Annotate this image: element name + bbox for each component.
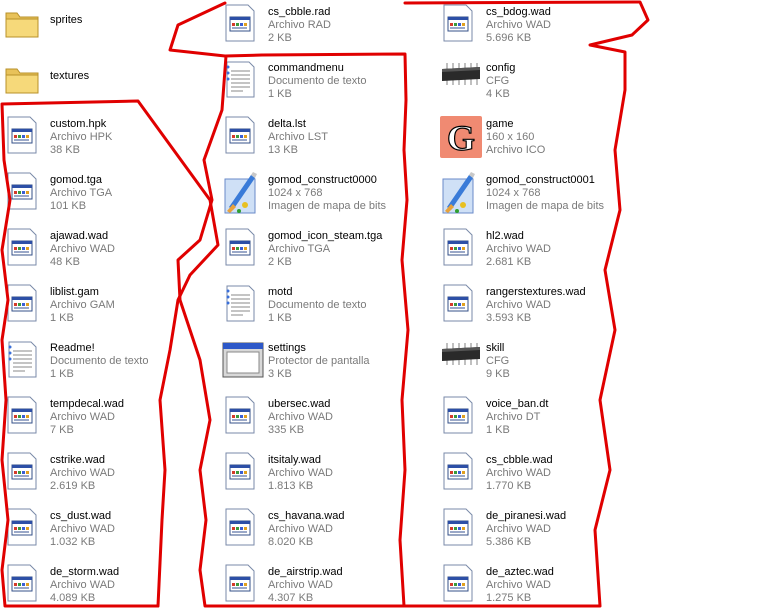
annotation-outline-middle	[168, 1, 410, 608]
annotation-outline-right	[403, 0, 650, 608]
annotation-outline-left	[0, 99, 220, 608]
red-annotation-overlay	[0, 0, 650, 608]
